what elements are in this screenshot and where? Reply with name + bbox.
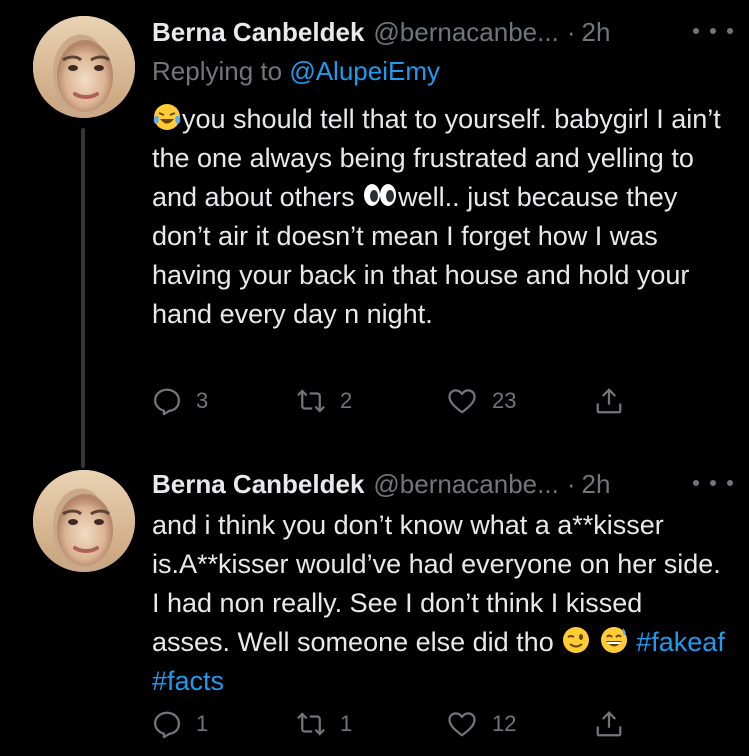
timestamp[interactable]: 2h bbox=[581, 17, 610, 48]
retweet-icon bbox=[297, 712, 325, 736]
reply-count: 3 bbox=[196, 388, 209, 413]
tweet-header: Berna Canbeldek @bernacanbe... · 2h bbox=[152, 12, 727, 52]
separator-dot: · bbox=[566, 16, 576, 47]
tweet[interactable]: Berna Canbeldek @bernacanbe... · 2h Repl… bbox=[0, 0, 749, 440]
winking-face-icon bbox=[563, 627, 590, 653]
replying-prefix: Replying to bbox=[152, 56, 283, 86]
like-button[interactable]: 12 bbox=[446, 704, 516, 744]
like-count: 12 bbox=[492, 711, 517, 736]
heart-icon bbox=[448, 712, 476, 737]
hashtag-link[interactable]: #fakeaf bbox=[636, 627, 725, 657]
replying-to: Replying to @AlupeiEmy bbox=[152, 52, 727, 90]
share-button[interactable] bbox=[594, 704, 624, 744]
retweet-count: 1 bbox=[340, 711, 353, 736]
avatar[interactable] bbox=[33, 470, 135, 572]
hashtag-link[interactable]: #facts bbox=[152, 666, 224, 696]
separator-dot: · bbox=[566, 468, 576, 499]
reply-count: 1 bbox=[196, 711, 209, 736]
more-icon[interactable] bbox=[693, 16, 733, 46]
reply-button[interactable]: 3 bbox=[152, 381, 208, 421]
timestamp[interactable]: 2h bbox=[581, 469, 610, 500]
reply-icon bbox=[154, 388, 180, 416]
display-name[interactable]: Berna Canbeldek bbox=[152, 469, 364, 500]
face-with-tears-of-joy-icon bbox=[153, 104, 181, 130]
more-icon[interactable] bbox=[693, 468, 733, 498]
display-name[interactable]: Berna Canbeldek bbox=[152, 17, 364, 48]
reply-icon bbox=[154, 711, 180, 739]
like-count: 23 bbox=[492, 388, 517, 413]
share-button[interactable] bbox=[594, 381, 624, 421]
heart-icon bbox=[448, 389, 476, 414]
tweet-text: you should tell that to yourself. babygi… bbox=[152, 100, 727, 334]
tweet-actions: 3 2 23 bbox=[152, 381, 632, 421]
avatar-image bbox=[33, 16, 135, 118]
retweet-button[interactable]: 1 bbox=[296, 704, 352, 744]
reply-button[interactable]: 1 bbox=[152, 704, 208, 744]
like-button[interactable]: 23 bbox=[446, 381, 516, 421]
eyes-icon bbox=[364, 184, 397, 206]
user-handle[interactable]: @bernacanbe... bbox=[373, 469, 558, 500]
retweet-button[interactable]: 2 bbox=[296, 381, 352, 421]
share-icon bbox=[596, 388, 622, 414]
tweet[interactable]: Berna Canbeldek @bernacanbe... · 2h and … bbox=[0, 452, 749, 756]
user-handle[interactable]: @bernacanbe... bbox=[373, 17, 558, 48]
avatar[interactable] bbox=[33, 16, 135, 118]
share-icon bbox=[596, 711, 622, 737]
tweet-header: Berna Canbeldek @bernacanbe... · 2h bbox=[152, 464, 727, 504]
tweet-actions: 1 1 12 bbox=[152, 704, 632, 744]
mention-link[interactable]: @AlupeiEmy bbox=[289, 56, 440, 86]
grinning-face-with-sweat-icon bbox=[600, 627, 627, 653]
retweet-icon bbox=[297, 389, 325, 413]
avatar-image bbox=[33, 470, 135, 572]
tweet-text: and i think you don’t know what a a**kis… bbox=[152, 506, 727, 701]
retweet-count: 2 bbox=[340, 388, 353, 413]
